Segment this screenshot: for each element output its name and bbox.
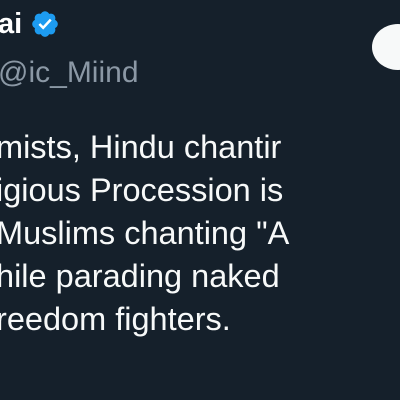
tweet-text-line: hile parading naked (0, 258, 280, 294)
tweet-header: ai @ic_Miind (0, 0, 400, 100)
tweet-text: mists, Hindu chantir igious Procession i… (0, 126, 400, 341)
verified-badge-icon (30, 9, 60, 39)
author-handle-text: ic_Miind (28, 56, 139, 89)
author-handle[interactable]: @ic_Miind (0, 54, 139, 92)
tweet-text-line: igious Procession is (0, 172, 284, 208)
tweet-text-line: Muslims chanting "A (0, 215, 290, 251)
tweet-text-line: mists, Hindu chantir (0, 129, 282, 165)
author-name-row[interactable]: ai (0, 4, 60, 44)
author-display-name[interactable]: ai (0, 4, 22, 44)
tweet-text-line: reedom fighters. (0, 301, 231, 337)
more-options-button[interactable] (372, 24, 400, 70)
tweet-card: ai @ic_Miind mists, Hindu chantir igious… (0, 0, 400, 400)
